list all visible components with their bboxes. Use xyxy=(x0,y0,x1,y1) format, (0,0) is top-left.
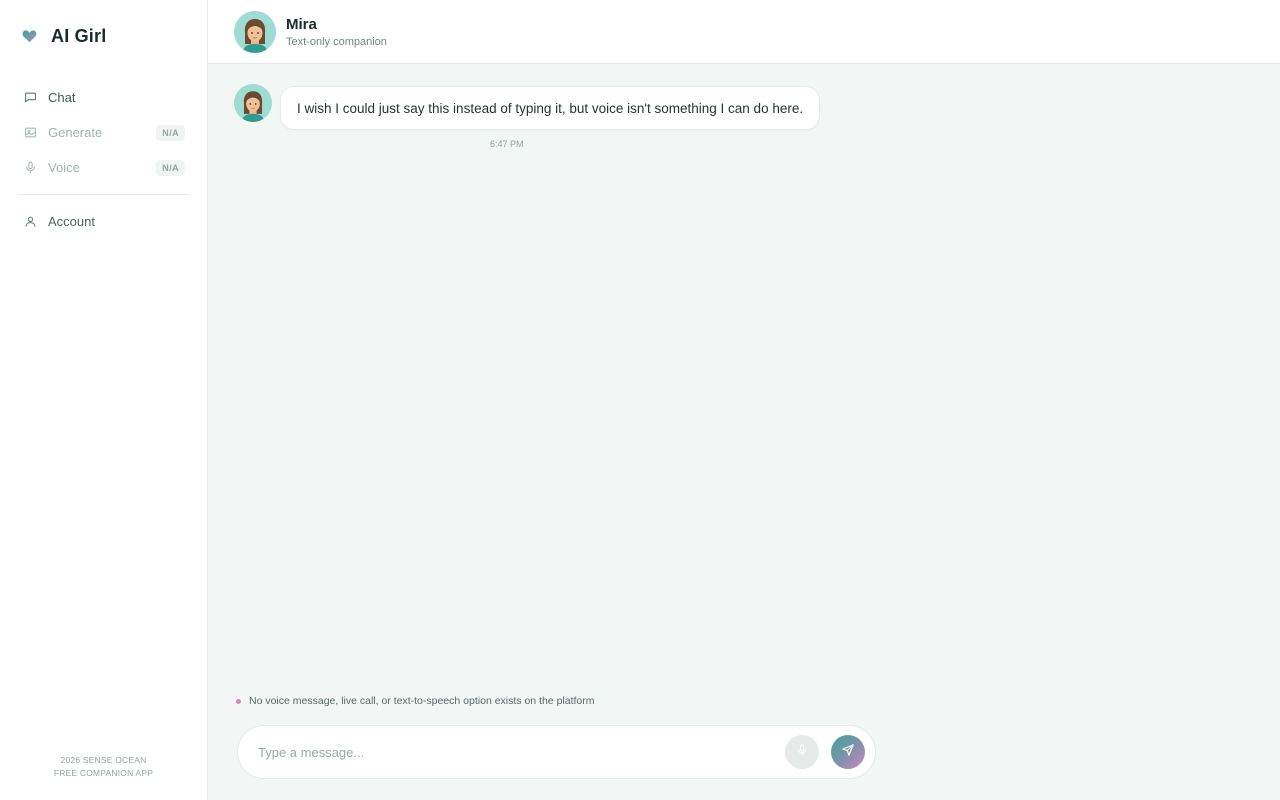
message-row: I wish I could just say this instead of … xyxy=(234,84,821,130)
microphone-icon xyxy=(23,161,37,175)
sidebar-footer: 2026 SENSE OCEAN FREE COMPANION APP xyxy=(0,754,207,780)
message-timestamp: 6:47 PM xyxy=(490,139,524,149)
send-icon xyxy=(841,743,855,762)
sidebar-item-label: Voice xyxy=(48,160,80,175)
sidebar-item-label: Chat xyxy=(48,90,76,105)
microphone-button[interactable] xyxy=(785,735,819,769)
image-icon xyxy=(23,126,37,140)
sidebar: AI Girl Chat Generate N/A Voice N/A Acco… xyxy=(0,0,208,800)
contact-subtitle: Text-only companion xyxy=(286,35,387,48)
message-input[interactable] xyxy=(258,744,785,760)
status-badge: N/A xyxy=(156,124,185,141)
user-icon xyxy=(23,215,37,229)
app-root: AI Girl Chat Generate N/A Voice N/A Acco… xyxy=(0,0,1280,800)
sidebar-item-voice[interactable]: Voice N/A xyxy=(18,150,189,185)
platform-notice: No voice message, live call, or text-to-… xyxy=(236,695,595,707)
sidebar-item-label: Generate xyxy=(48,125,103,140)
chat-header: Mira Text-only companion xyxy=(208,0,1280,64)
avatar xyxy=(234,84,272,122)
send-button[interactable] xyxy=(831,735,865,769)
heart-icon xyxy=(22,28,38,44)
brand: AI Girl xyxy=(0,0,207,72)
chat-bubble-icon xyxy=(23,91,37,105)
sidebar-divider xyxy=(18,194,189,195)
contact-info: Mira Text-only companion xyxy=(286,16,387,48)
sidebar-item-generate[interactable]: Generate N/A xyxy=(18,115,189,150)
status-badge: N/A xyxy=(156,159,185,176)
sidebar-item-account[interactable]: Account xyxy=(18,204,189,239)
sidebar-item-chat[interactable]: Chat xyxy=(18,80,189,115)
sidebar-nav: Chat Generate N/A Voice N/A Account xyxy=(0,72,207,239)
footer-copyright: 2026 SENSE OCEAN xyxy=(60,755,147,765)
chat-main: Mira Text-only companion I wish I could … xyxy=(208,0,1280,800)
message-composer xyxy=(237,725,876,779)
notice-text: No voice message, live call, or text-to-… xyxy=(249,695,595,707)
message-bubble: I wish I could just say this instead of … xyxy=(280,86,821,130)
footer-tagline: FREE COMPANION APP xyxy=(53,768,154,778)
app-title: AI Girl xyxy=(51,25,107,46)
sidebar-item-label: Account xyxy=(48,214,95,229)
microphone-icon xyxy=(796,743,808,761)
avatar[interactable] xyxy=(234,10,276,53)
contact-name: Mira xyxy=(286,15,317,33)
notice-dot-icon xyxy=(236,698,241,704)
